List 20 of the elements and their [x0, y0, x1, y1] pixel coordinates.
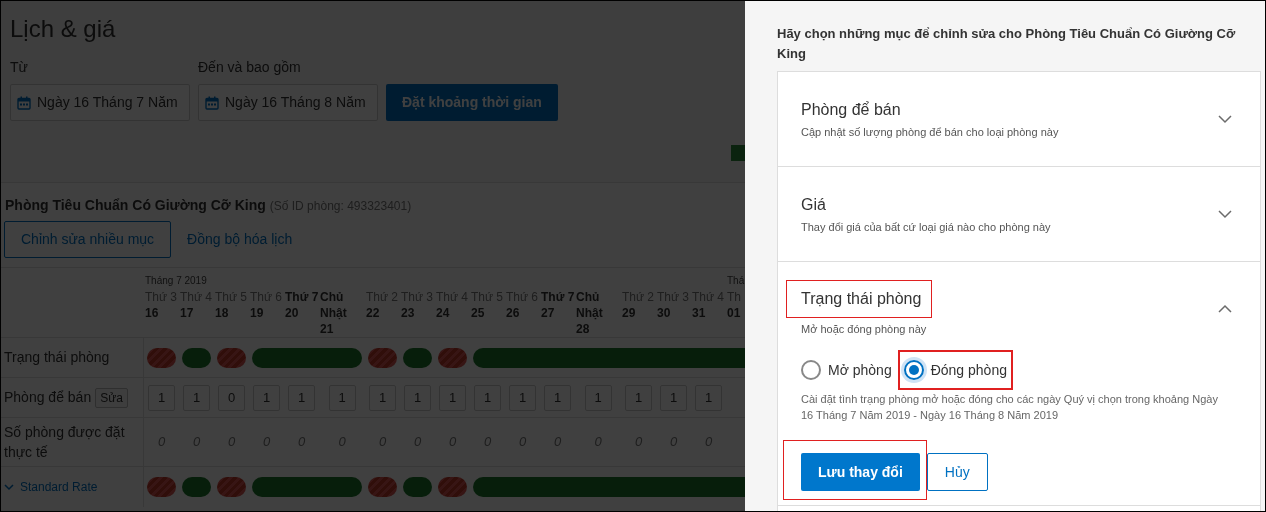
- section-title: Trạng thái phòng: [786, 280, 933, 318]
- section-subtitle: Cập nhật số lượng phòng để bán cho loại phòng này: [801, 125, 1059, 139]
- section-title: Giá: [801, 195, 827, 215]
- panel-heading: Hãy chọn những mục để chỉnh sửa cho Phòng Tiêu Chuẩn Có Giường Cỡ King: [777, 25, 1237, 63]
- save-button[interactable]: Lưu thay đổi: [801, 453, 920, 491]
- status-note: Cài đặt tình trạng phòng mở hoặc đóng cho các ngày Quý vị chọn trong khoảng Ngày 16 Tháng 7 Năm 2019 - Ngày 16 Tháng 8 Năm 2019: [801, 392, 1219, 423]
- status-radio-option[interactable]: Đóng phòng: [897, 350, 1013, 390]
- section-header[interactable]: Trạng thái phòng Mở hoặc đóng phòng này: [778, 262, 1260, 336]
- radio-button[interactable]: [801, 360, 821, 380]
- chevron-down-icon: [1218, 209, 1232, 219]
- radio-button[interactable]: [903, 360, 924, 380]
- section-subtitle: Thay đổi giá của bất cứ loại giá nào cho phòng này: [801, 220, 1051, 234]
- section-header[interactable]: Phòng để bán Cập nhật số lượng phòng để bán cho loại phòng này: [778, 72, 1260, 166]
- chevron-down-icon: [1218, 114, 1232, 124]
- section-subtitle: Mở hoặc đóng phòng này: [801, 322, 928, 336]
- cancel-button[interactable]: Hủy: [926, 453, 988, 491]
- section-title: Phòng để bán: [801, 100, 902, 120]
- section-header[interactable]: Giá Thay đổi giá của bất cứ loại giá nào cho phòng này: [778, 167, 1260, 261]
- chevron-up-icon: [1218, 303, 1232, 313]
- status-radio-option[interactable]: Mở phòng: [801, 350, 892, 390]
